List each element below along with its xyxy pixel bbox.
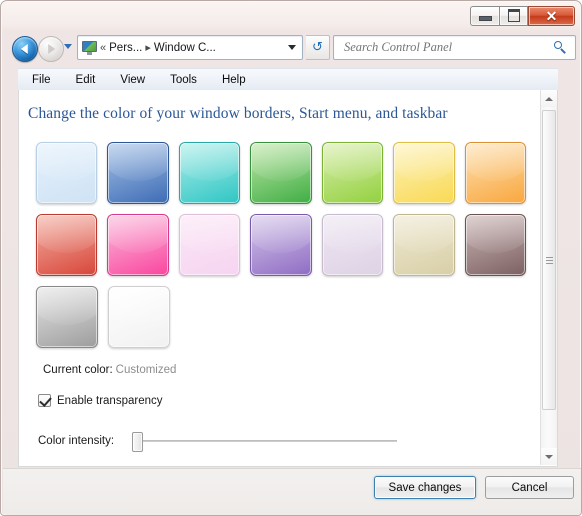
current-color-value: Customized	[115, 364, 177, 376]
color-swatch-lime[interactable]	[321, 142, 384, 204]
address-chevron-down-icon[interactable]	[288, 45, 296, 50]
swatch-gloss-highlight	[179, 143, 240, 181]
chevron-up-icon	[545, 96, 553, 101]
color-swatch-yellow[interactable]	[393, 142, 455, 204]
chevron-down-icon	[545, 454, 553, 459]
maximize-icon	[507, 9, 520, 22]
address-breadcrumb-bar[interactable]: « Pers... ▸ Window C...	[77, 35, 303, 60]
swatch-gloss-highlight	[322, 215, 383, 253]
search-icon[interactable]	[554, 41, 567, 54]
content-pane: Change the color of your window borders,…	[18, 90, 558, 467]
menu-item-file[interactable]: File	[30, 73, 53, 87]
minimize-icon	[478, 16, 492, 21]
color-swatch-khaki[interactable]	[393, 214, 455, 276]
color-swatch-grid	[36, 142, 536, 358]
breadcrumb-item-window-color[interactable]: Window C...	[154, 42, 216, 54]
breadcrumb-overflow-icon[interactable]: «	[100, 42, 106, 54]
close-icon: ✕	[545, 7, 558, 24]
scrollbar-grip-icon	[545, 256, 553, 264]
swatch-gloss-highlight	[394, 215, 454, 253]
color-swatch-taupe[interactable]	[464, 214, 526, 276]
maximize-button[interactable]	[499, 5, 528, 26]
close-button[interactable]: ✕	[528, 5, 575, 26]
swatch-gloss-highlight	[37, 287, 97, 325]
personalization-monitor-icon	[82, 40, 97, 55]
menu-item-view[interactable]: View	[118, 73, 147, 87]
recent-pages-chevron-down-icon[interactable]	[64, 44, 72, 49]
back-arrow-icon	[20, 44, 28, 54]
menu-item-tools[interactable]: Tools	[168, 73, 199, 87]
save-changes-button[interactable]: Save changes	[374, 476, 476, 499]
color-swatch-white[interactable]	[108, 286, 170, 348]
scrollbar-thumb[interactable]	[542, 110, 556, 410]
color-swatch-green[interactable]	[250, 142, 312, 204]
swatch-gloss-highlight	[251, 143, 311, 181]
swatch-gloss-highlight	[37, 143, 97, 181]
vertical-scrollbar[interactable]	[540, 90, 557, 465]
color-swatch-pink[interactable]	[107, 214, 169, 276]
scroll-down-button[interactable]	[541, 448, 557, 465]
color-swatch-rose[interactable]	[178, 214, 241, 276]
swatch-gloss-highlight	[37, 215, 97, 253]
swatch-gloss-highlight	[179, 215, 240, 253]
swatch-gloss-highlight	[394, 143, 454, 181]
back-button[interactable]	[12, 36, 38, 62]
title-bar: ✕	[2, 2, 580, 29]
color-intensity-row: Color intensity:	[38, 431, 518, 452]
swatch-gloss-highlight	[251, 215, 311, 253]
color-swatch-graphite[interactable]	[36, 286, 98, 348]
swatch-gloss-highlight	[109, 287, 169, 325]
control-panel-window: ✕ « Pers... ▸ Window C... ↺ Search Contr…	[0, 0, 582, 516]
search-input[interactable]	[342, 39, 546, 56]
color-swatch-red[interactable]	[36, 214, 98, 276]
color-swatch-sky[interactable]	[36, 142, 98, 204]
address-bar-row: « Pers... ▸ Window C... ↺	[3, 31, 581, 65]
color-swatch-teal[interactable]	[178, 142, 241, 204]
menu-item-help[interactable]: Help	[220, 73, 248, 87]
enable-transparency-label: Enable transparency	[57, 394, 163, 407]
breadcrumb-separator-icon: ▸	[145, 42, 151, 54]
checkmark-icon	[39, 394, 52, 407]
swatch-gloss-highlight	[465, 215, 525, 253]
breadcrumb-item-personalization[interactable]: Pers...	[109, 42, 142, 54]
color-swatch-row	[36, 214, 536, 276]
enable-transparency-row[interactable]: Enable transparency	[38, 394, 162, 407]
scroll-up-button[interactable]	[541, 90, 557, 107]
minimize-button[interactable]	[470, 5, 499, 26]
color-swatch-row	[36, 286, 536, 348]
slider-thumb[interactable]	[132, 432, 144, 452]
forward-button[interactable]	[38, 36, 64, 62]
dialog-button-bar: Save changes Cancel	[3, 468, 581, 515]
menu-item-edit[interactable]: Edit	[74, 73, 98, 87]
color-swatch-blue[interactable]	[107, 142, 169, 204]
forward-arrow-icon	[48, 44, 56, 54]
window-controls: ✕	[470, 5, 575, 26]
color-intensity-label: Color intensity:	[38, 435, 115, 447]
color-intensity-slider[interactable]	[132, 431, 398, 452]
swatch-gloss-highlight	[322, 143, 383, 181]
refresh-button[interactable]: ↺	[306, 35, 330, 60]
enable-transparency-checkbox[interactable]	[38, 394, 52, 407]
color-swatch-orange[interactable]	[464, 142, 526, 204]
swatch-gloss-highlight	[108, 215, 168, 253]
slider-track	[132, 440, 398, 442]
swatch-gloss-highlight	[465, 143, 525, 181]
menu-bar: File Edit View Tools Help	[18, 68, 558, 90]
current-color-row: Current color: Customized	[43, 364, 176, 376]
color-swatch-lavender[interactable]	[321, 214, 384, 276]
page-title: Change the color of your window borders,…	[28, 105, 448, 122]
current-color-label: Current color:	[43, 364, 113, 376]
swatch-gloss-highlight	[108, 143, 168, 181]
refresh-icon: ↺	[312, 40, 323, 55]
color-swatch-row	[36, 142, 536, 204]
cancel-button[interactable]: Cancel	[485, 476, 574, 499]
color-swatch-violet[interactable]	[250, 214, 312, 276]
search-box[interactable]	[333, 35, 576, 60]
